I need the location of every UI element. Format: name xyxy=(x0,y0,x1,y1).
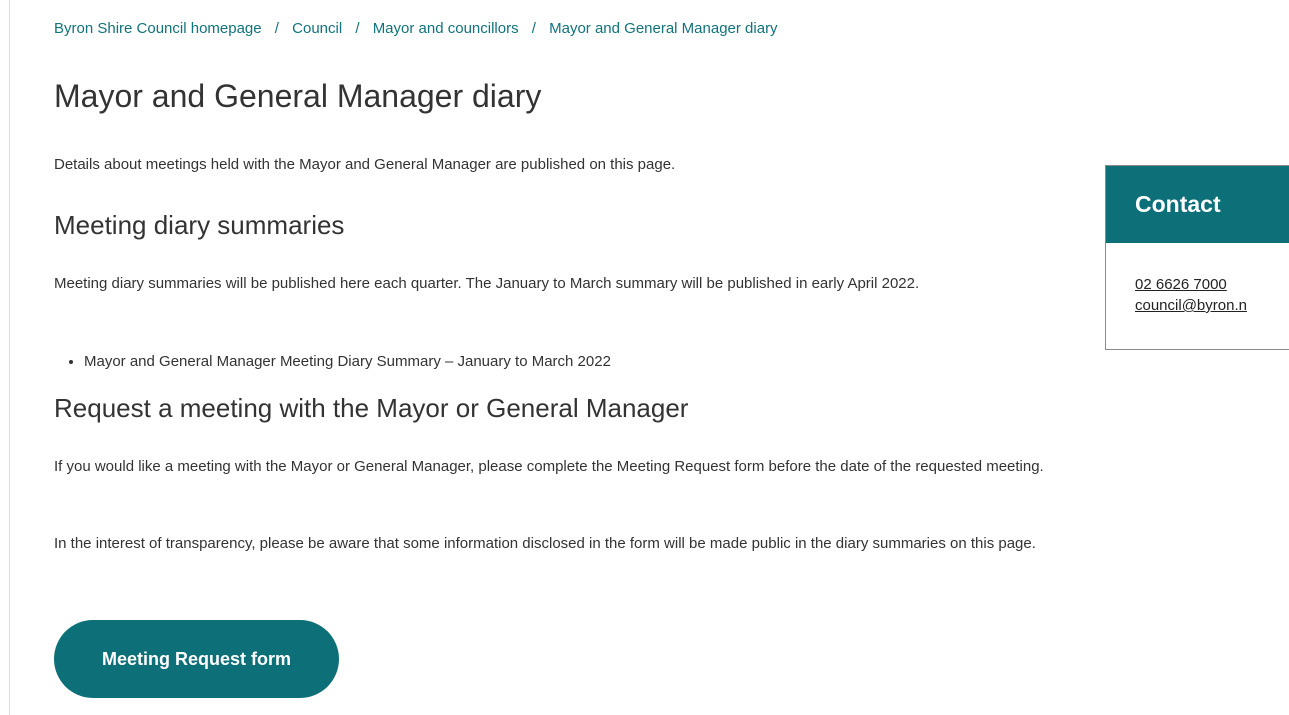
summaries-heading: Meeting diary summaries xyxy=(54,210,345,240)
contact-panel: Contact 02 6626 7000 council@byron.n xyxy=(1105,165,1289,350)
summaries-text: Meeting diary summaries will be publishe… xyxy=(54,275,920,292)
breadcrumb-separator: / xyxy=(355,20,360,37)
breadcrumb-link-current-page[interactable]: Mayor and General Manager diary xyxy=(549,20,777,37)
page-title: Mayor and General Manager diary xyxy=(54,78,542,114)
diary-summary-item: Mayor and General Manager Meeting Diary … xyxy=(84,351,611,373)
contact-heading: Contact xyxy=(1106,166,1289,243)
meeting-request-form-button[interactable]: Meeting Request form xyxy=(54,620,339,698)
breadcrumb-separator: / xyxy=(531,20,536,37)
breadcrumb-link-mayor-councillors[interactable]: Mayor and councillors xyxy=(373,20,519,37)
breadcrumb: Byron Shire Council homepage / Council /… xyxy=(54,20,778,37)
breadcrumb-link-home[interactable]: Byron Shire Council homepage xyxy=(54,20,262,37)
request-heading: Request a meeting with the Mayor or Gene… xyxy=(54,393,689,423)
contact-details: 02 6626 7000 council@byron.n xyxy=(1106,243,1289,316)
intro-text: Details about meetings held with the May… xyxy=(54,156,676,173)
diary-summary-list: Mayor and General Manager Meeting Diary … xyxy=(54,351,611,373)
breadcrumb-separator: / xyxy=(274,20,279,37)
contact-phone-link[interactable]: 02 6626 7000 xyxy=(1135,274,1289,295)
transparency-text: In the interest of transparency, please … xyxy=(54,535,1036,552)
request-text: If you would like a meeting with the May… xyxy=(54,458,1044,475)
contact-email-link[interactable]: council@byron.n xyxy=(1135,295,1289,316)
breadcrumb-link-council[interactable]: Council xyxy=(292,20,342,37)
left-divider xyxy=(9,0,10,715)
